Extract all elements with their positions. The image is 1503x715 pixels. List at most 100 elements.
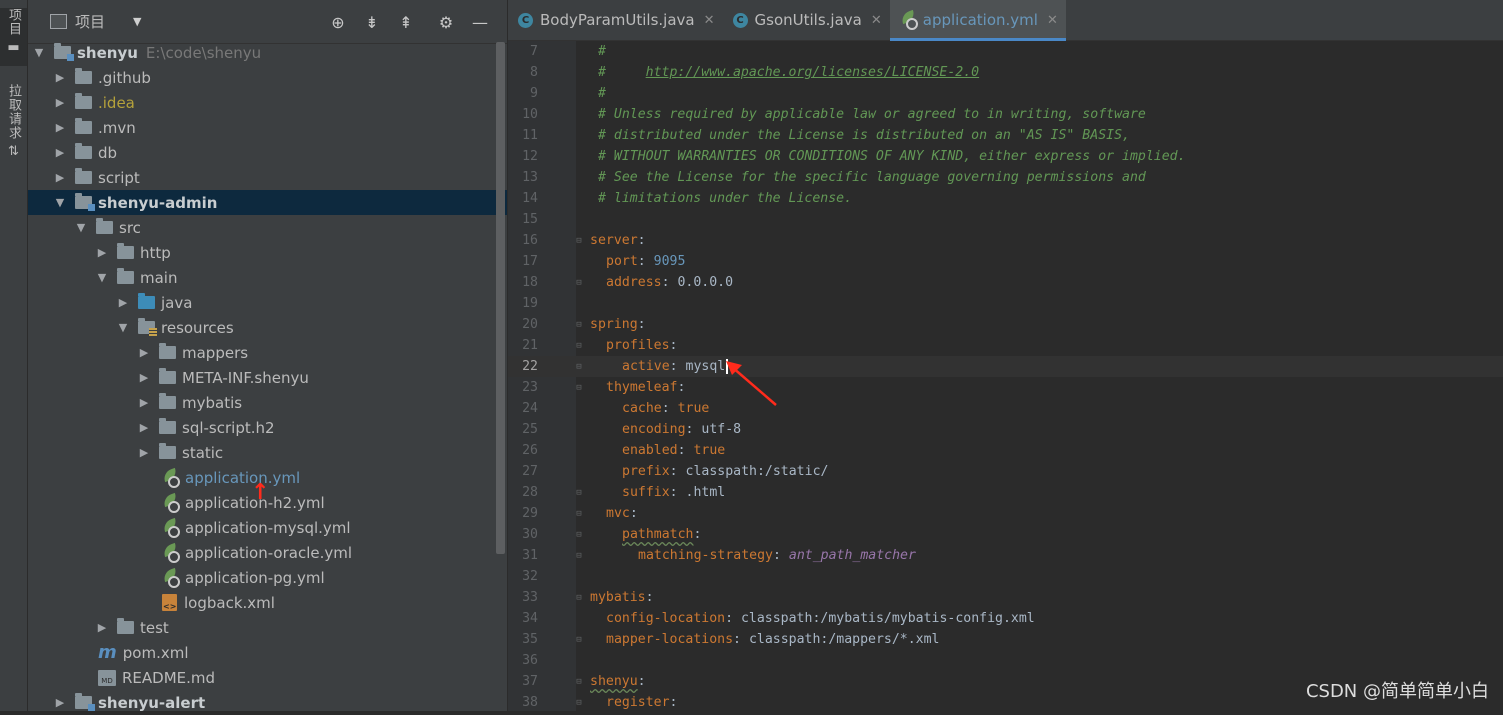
tree-item-db[interactable]: ▶ db [28,140,507,165]
tree-item-github[interactable]: ▶ .github [28,65,507,90]
tree-item-test[interactable]: ▶ test [28,615,507,640]
tab-body-param-utils[interactable]: C BodyParamUtils.java ✕ [508,0,723,40]
tree-item-shenyu-alert[interactable]: ▶ shenyu-alert [28,690,507,715]
code-line: 36 [508,650,1503,671]
chevron-right-icon: ▶ [55,171,65,184]
chevron-right-icon: ▶ [55,96,65,109]
line-number: 33 [522,590,538,605]
line-number: 27 [522,464,538,479]
code-area[interactable]: 7 # 8 # http://www.apache.org/licenses/LIC… [508,41,1503,713]
code-line: 31 ⊟ matching-strategy: ant_path_matcher [508,545,1503,566]
code-line: 21 ⊟ profiles: [508,335,1503,356]
code-token: : [661,401,678,416]
line-number: 25 [522,422,538,437]
line-number: 37 [522,674,538,689]
code-token: prefix [622,464,670,479]
project-view-selector[interactable]: 项目 ▼ [50,11,141,32]
chevron-right-icon: ▶ [139,346,149,359]
line-number: 17 [522,254,538,269]
folder-icon [96,218,113,234]
annotation-arrow [726,361,777,406]
pull-request-icon: ⇅ [8,144,19,159]
tab-application-yml[interactable]: application.yml ✕ [889,0,1066,41]
tree-item-idea[interactable]: ▶ .idea [28,90,507,115]
line-number: 34 [522,611,538,626]
java-class-icon: C [732,12,748,28]
code-token: 0.0.0.0 [677,275,734,290]
code-line: 20 ⊟ spring: [508,314,1503,335]
code-line: 13 # See the License for the specific lan… [508,167,1503,188]
line-number: 23 [522,380,538,395]
project-tree-scrollbar[interactable] [496,42,505,554]
tree-item-mvn[interactable]: ▶ .mvn [28,115,507,140]
pull-requests-tool-tab[interactable]: 拉取请求 ⇅ [0,84,27,164]
tree-item-static[interactable]: ▶ static [28,440,507,465]
line-number: 38 [522,695,538,710]
fold-icon: ⊟ [576,508,582,519]
code-token: mybatis [590,590,646,605]
spring-yml-icon [161,542,180,563]
fold-icon: ⊟ [576,676,582,687]
code-token: : [725,611,741,626]
code-token: port [606,254,638,269]
license-link[interactable]: http://www.apache.org/licenses/LICENSE-2… [646,65,979,80]
close-icon[interactable]: ✕ [1047,13,1058,28]
code-token: : [629,506,638,521]
code-token: : [677,443,694,458]
tree-item-logback-xml[interactable]: logback.xml [28,590,507,615]
tree-item-mappers[interactable]: ▶ mappers [28,340,507,365]
collapse-all-icon[interactable]: ⇞ [389,12,423,32]
tree-item-readme-md[interactable]: MD README.md [28,665,507,690]
code-line: 25 encoding: utf-8 [508,419,1503,440]
tree-item-application-mysql-yml[interactable]: application-mysql.yml [28,515,507,540]
folder-icon [75,118,92,134]
code-line: 9 # [508,83,1503,104]
project-tool-tab[interactable]: 项目 ▬ [0,8,27,66]
code-token: : [669,695,678,710]
gear-icon[interactable]: ⚙ [429,12,463,32]
tree-item-pom-xml[interactable]: m pom.xml [28,640,507,665]
expand-all-icon[interactable]: ⇟ [355,12,389,32]
line-number: 20 [522,317,538,332]
tree-item-application-pg-yml[interactable]: application-pg.yml [28,565,507,590]
code-line: 32 [508,566,1503,587]
tree-item-mybatis[interactable]: ▶ mybatis [28,390,507,415]
folder-icon [159,343,176,359]
java-class-icon: C [518,12,533,28]
code-token: classpath:/mybatis/mybatis-config.xml [740,611,1035,626]
code-token: : [669,359,686,374]
code-token: mvc [606,506,630,521]
close-icon[interactable]: ✕ [704,13,715,28]
tab-gson-utils[interactable]: C GsonUtils.java ✕ [723,0,890,40]
tree-item-http[interactable]: ▶ http [28,240,507,265]
markdown-file-icon: MD [98,669,116,686]
minimize-icon[interactable]: — [463,12,497,32]
spring-yml-icon [161,517,180,538]
line-number: 24 [522,401,538,416]
project-panel-toolbar: ⊕ ⇟ ⇞ ⚙ — [321,12,497,32]
code-token: .html [685,485,726,500]
code-line: 33 ⊟ mybatis: [508,587,1503,608]
tree-item-java[interactable]: ▶ java [28,290,507,315]
chevron-right-icon: ▶ [118,296,128,309]
code-token: encoding [622,422,686,437]
tree-item-script[interactable]: ▶ script [28,165,507,190]
tree-item-resources[interactable]: ▼ resources [28,315,507,340]
spring-yml-icon [899,9,918,30]
code-token: # distributed under the License is distr… [598,128,1130,143]
tree-item-shenyu-admin[interactable]: ▼ shenyu-admin [28,190,507,215]
locate-icon[interactable]: ⊕ [321,12,355,32]
tree-item-application-oracle-yml[interactable]: application-oracle.yml [28,540,507,565]
code-line: 23 ⊟ thymeleaf: [508,377,1503,398]
fold-icon: ⊟ [576,277,582,288]
code-token: 9095 [653,254,686,269]
tree-item-shenyu[interactable]: ▼ shenyu E:\code\shenyu [28,40,507,65]
code-token: classpath:/static/ [685,464,829,479]
folder-icon [117,243,134,259]
tree-item-src[interactable]: ▼ src [28,215,507,240]
tree-item-sql-script-h2[interactable]: ▶ sql-script.h2 [28,415,507,440]
code-token: : [772,548,789,563]
tree-item-meta-inf[interactable]: ▶ META-INF.shenyu [28,365,507,390]
close-icon[interactable]: ✕ [871,13,882,28]
tree-item-main[interactable]: ▼ main [28,265,507,290]
